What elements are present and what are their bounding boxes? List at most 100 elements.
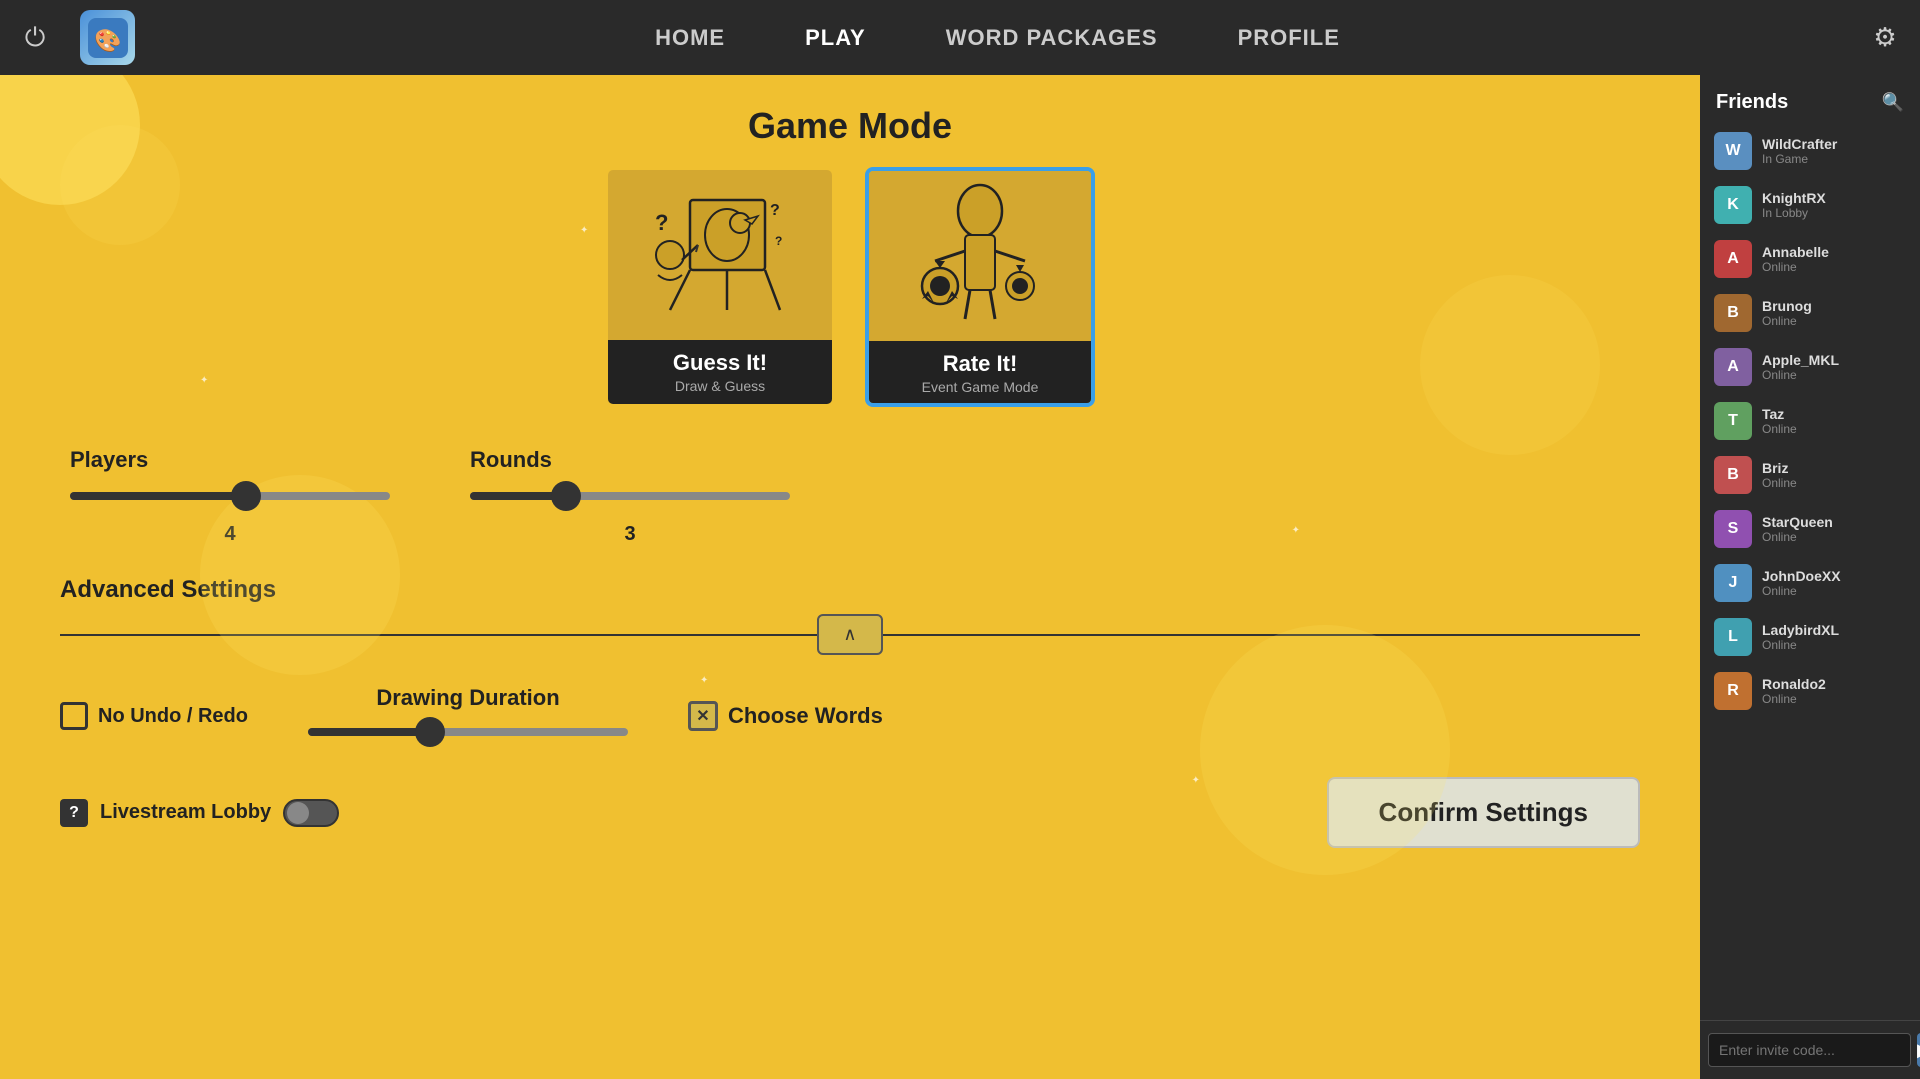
friend-info: Ronaldo2 Online	[1762, 676, 1906, 706]
friend-name: Ronaldo2	[1762, 676, 1906, 692]
friend-item[interactable]: T Taz Online	[1708, 394, 1912, 448]
sidebar: Friends 🔍 W WildCrafter In Game K Knight…	[1700, 75, 1920, 1079]
rounds-slider-group: Rounds 3	[470, 447, 790, 546]
svg-text:?: ?	[655, 210, 668, 235]
friend-status: Online	[1762, 692, 1906, 706]
guess-it-label: Guess It! Draw & Guess	[608, 340, 832, 404]
friend-name: WildCrafter	[1762, 136, 1906, 152]
advanced-settings-bar: ∧	[60, 614, 1640, 655]
content-area: ✦ ✦ ✦ ✦ ✦ Game Mode	[0, 75, 1700, 1079]
friend-avatar: R	[1714, 672, 1752, 710]
friend-info: Brunog Online	[1762, 298, 1906, 328]
friend-avatar: L	[1714, 618, 1752, 656]
friend-status: Online	[1762, 422, 1906, 436]
nav-profile[interactable]: PROFILE	[1198, 0, 1380, 75]
nav-links: HOME PLAY WORD PACKAGES PROFILE	[145, 0, 1850, 75]
rounds-slider-track	[470, 492, 790, 500]
app-logo: 🎨	[80, 10, 135, 65]
advanced-settings-section: Advanced Settings ∧	[60, 576, 1640, 655]
nav-word-packages[interactable]: WORD PACKAGES	[906, 0, 1198, 75]
friend-item[interactable]: R Ronaldo2 Online	[1708, 664, 1912, 718]
sidebar-footer: ▶	[1700, 1020, 1920, 1079]
toggle-knob	[287, 802, 309, 824]
nav-play[interactable]: PLAY	[765, 0, 906, 75]
friend-status: Online	[1762, 638, 1906, 652]
friend-status: Online	[1762, 530, 1906, 544]
friend-name: JohnDoeXX	[1762, 568, 1906, 584]
top-navigation: ⏻ 🎨 HOME PLAY WORD PACKAGES PROFILE ⚙	[0, 0, 1920, 75]
rate-it-label: Rate It! Event Game Mode	[869, 341, 1091, 405]
players-track-fill	[70, 492, 246, 500]
livestream-help-icon[interactable]: ?	[60, 799, 88, 827]
search-icon[interactable]: 🔍	[1882, 92, 1904, 113]
game-mode-cards: ? ? ? Guess It! Draw &	[60, 167, 1640, 407]
rounds-label: Rounds	[470, 447, 790, 473]
friend-name: Apple_MKL	[1762, 352, 1906, 368]
friend-name: Annabelle	[1762, 244, 1906, 260]
settings-icon[interactable]: ⚙	[1850, 22, 1920, 53]
friend-status: Online	[1762, 314, 1906, 328]
svg-text:?: ?	[775, 234, 782, 248]
livestream-toggle[interactable]	[283, 799, 339, 827]
friend-info: WildCrafter In Game	[1762, 136, 1906, 166]
friend-status: Online	[1762, 584, 1906, 598]
footer-row: ? Livestream Lobby Confirm Settings	[60, 777, 1640, 848]
no-undo-checkbox[interactable]	[60, 702, 88, 730]
power-button[interactable]: ⏻	[0, 22, 70, 54]
game-mode-section: Game Mode	[60, 75, 1640, 407]
friend-info: Briz Online	[1762, 460, 1906, 490]
drawing-duration-fill	[308, 728, 430, 736]
friend-item[interactable]: L LadybirdXL Online	[1708, 610, 1912, 664]
friend-item[interactable]: K KnightRX In Lobby	[1708, 178, 1912, 232]
no-undo-label: No Undo / Redo	[98, 705, 248, 728]
livestream-group: ? Livestream Lobby	[60, 799, 339, 827]
friend-status: Online	[1762, 368, 1906, 382]
players-slider-track-wrap	[70, 481, 390, 511]
friend-avatar: J	[1714, 564, 1752, 602]
friend-name: Brunog	[1762, 298, 1906, 314]
choose-words-close-btn[interactable]: ✕	[688, 701, 718, 731]
bottom-settings-row: No Undo / Redo Drawing Duration ✕ Choose…	[60, 685, 1640, 747]
friend-name: StarQueen	[1762, 514, 1906, 530]
friend-avatar: T	[1714, 402, 1752, 440]
friend-info: Taz Online	[1762, 406, 1906, 436]
rounds-slider-track-wrap	[470, 481, 790, 511]
friend-item[interactable]: B Brunog Online	[1708, 286, 1912, 340]
rounds-thumb[interactable]	[551, 481, 581, 511]
players-slider-group: Players 4	[70, 447, 390, 546]
game-card-guess-it[interactable]: ? ? ? Guess It! Draw &	[605, 167, 835, 407]
sidebar-title: Friends	[1716, 91, 1788, 114]
choose-words-group: ✕ Choose Words	[688, 701, 883, 731]
rate-it-image	[869, 171, 1091, 341]
friend-info: JohnDoeXX Online	[1762, 568, 1906, 598]
players-label: Players	[70, 447, 390, 473]
friend-info: Apple_MKL Online	[1762, 352, 1906, 382]
drawing-duration-thumb[interactable]	[415, 717, 445, 747]
friend-item[interactable]: J JohnDoeXX Online	[1708, 556, 1912, 610]
friend-avatar: W	[1714, 132, 1752, 170]
friend-status: In Lobby	[1762, 206, 1906, 220]
advanced-settings-toggle[interactable]: ∧	[817, 614, 882, 655]
friend-item[interactable]: S StarQueen Online	[1708, 502, 1912, 556]
friend-item[interactable]: B Briz Online	[1708, 448, 1912, 502]
sidebar-header: Friends 🔍	[1700, 75, 1920, 124]
friend-item[interactable]: W WildCrafter In Game	[1708, 124, 1912, 178]
confirm-settings-button[interactable]: Confirm Settings	[1327, 777, 1640, 848]
choose-words-label: Choose Words	[728, 703, 883, 729]
game-mode-title: Game Mode	[60, 105, 1640, 147]
friend-status: Online	[1762, 476, 1906, 490]
game-card-rate-it[interactable]: Rate It! Event Game Mode	[865, 167, 1095, 407]
players-value: 4	[70, 523, 390, 546]
svg-text:🎨: 🎨	[94, 27, 121, 53]
friend-item[interactable]: A Apple_MKL Online	[1708, 340, 1912, 394]
settings-line-left	[60, 634, 817, 636]
friend-avatar: B	[1714, 456, 1752, 494]
friend-status: In Game	[1762, 152, 1906, 166]
friend-name: LadybirdXL	[1762, 622, 1906, 638]
friend-info: StarQueen Online	[1762, 514, 1906, 544]
svg-text:?: ?	[770, 202, 780, 219]
friend-item[interactable]: A Annabelle Online	[1708, 232, 1912, 286]
players-thumb[interactable]	[231, 481, 261, 511]
nav-home[interactable]: HOME	[615, 0, 765, 75]
invite-code-input[interactable]	[1708, 1033, 1911, 1067]
